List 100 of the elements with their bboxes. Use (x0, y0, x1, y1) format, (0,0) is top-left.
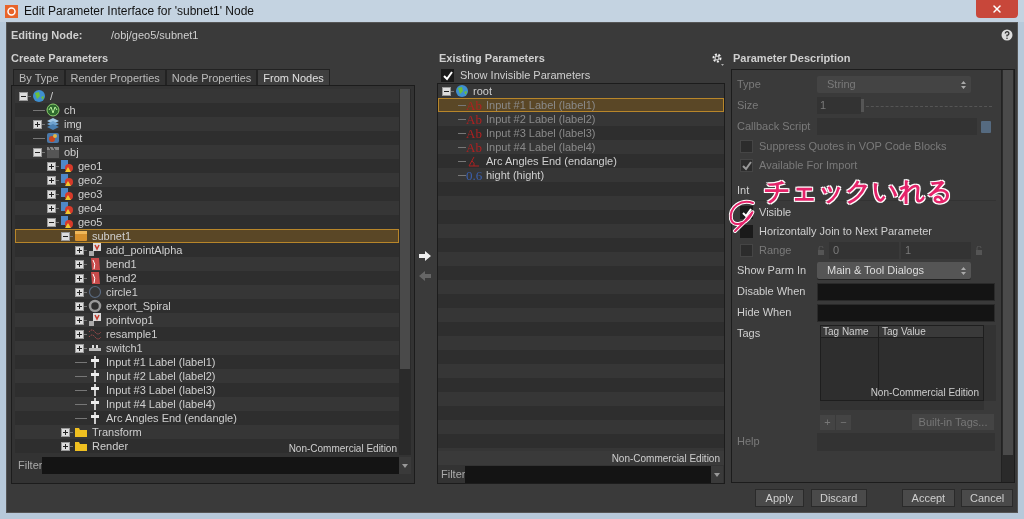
expand-toggle[interactable] (442, 86, 451, 96)
node-graph-icon (88, 313, 102, 327)
panel-title: Existing Parameters (439, 50, 545, 66)
globe-icon (32, 89, 46, 103)
circle-icon (88, 285, 102, 299)
field-label: Callback Script (737, 119, 812, 135)
tree-item[interactable]: resample1 (15, 327, 399, 341)
expand-toggle[interactable] (75, 329, 84, 339)
edition-text: Non-Commercial Edition (611, 451, 720, 466)
bent-bar-icon (88, 271, 102, 285)
bent-bar-icon (88, 257, 102, 271)
input-field[interactable] (817, 282, 995, 301)
tree-item[interactable]: subnet1 (15, 229, 399, 243)
field-label: Tags (737, 326, 762, 341)
tab[interactable]: From Nodes (257, 69, 330, 85)
tree-item[interactable]: export_Spiral (15, 299, 399, 313)
expand-toggle[interactable] (33, 147, 42, 157)
expand-toggle[interactable] (47, 189, 56, 199)
field-label: Help (737, 434, 761, 450)
field-label: Show Parm In (737, 263, 808, 279)
globe-icon (455, 84, 469, 98)
expand-toggle[interactable] (75, 343, 84, 353)
type-glyph: Ab (466, 112, 483, 126)
filter-field[interactable] (42, 456, 411, 474)
tree-item[interactable]: geo1 (15, 159, 399, 173)
slider-handle-icon (88, 411, 102, 425)
type-glyph: 0.6 (466, 168, 484, 182)
editing-node-path: /obj/geo5/subnet1 (111, 27, 199, 43)
expand-toggle[interactable] (75, 245, 84, 255)
expand-toggle[interactable] (61, 231, 70, 241)
tree-item[interactable]: ch (15, 103, 399, 117)
discard-button[interactable]: Discard (810, 489, 867, 507)
expand-toggle[interactable] (61, 427, 70, 437)
tab[interactable]: Node Properties (165, 69, 258, 85)
slider-handle-icon (88, 383, 102, 397)
panel-title: Parameter Description (733, 50, 851, 66)
annotation-text: チェックいれる (764, 177, 953, 205)
field-label: Type (737, 77, 762, 93)
close-icon (991, 3, 1003, 15)
panel-title: Create Parameters (11, 50, 109, 66)
column-header[interactable]: Tag Name (821, 326, 879, 337)
expand-toggle[interactable] (47, 217, 56, 227)
checkbox-label: Suppress Quotes in VOP Code Blocks (759, 139, 947, 155)
tree-item[interactable]: bend2 (15, 271, 399, 285)
tree-item[interactable]: add_pointAlpha (15, 243, 399, 257)
expand-toggle[interactable] (19, 91, 28, 101)
expand-toggle[interactable] (47, 175, 56, 185)
accept-button[interactable]: Accept (901, 489, 956, 507)
checkbox-label: Range (759, 243, 793, 259)
clapperboard-icon (46, 145, 60, 159)
filter-label: Filter (440, 466, 465, 482)
expand-toggle[interactable] (75, 259, 84, 269)
expand-toggle[interactable] (33, 119, 42, 129)
scrollbar[interactable] (399, 89, 411, 455)
box-icon (74, 229, 88, 243)
checkbox-label: Available For Import (759, 158, 858, 174)
layers-icon (46, 117, 60, 131)
scrollbar[interactable] (984, 325, 996, 401)
up-down-arrows-icon (960, 265, 967, 276)
help-icon[interactable] (1001, 29, 1013, 41)
section-label: Int (737, 182, 750, 198)
tree-item[interactable]: geo3 (15, 187, 399, 201)
edition-text: Non-Commercial Edition (288, 442, 397, 456)
checkbox[interactable] (740, 225, 753, 238)
shapes-icon (60, 215, 74, 229)
shapes-icon (60, 201, 74, 215)
expand-toggle[interactable] (47, 161, 56, 171)
editing-node-label: Editing Node: (11, 27, 84, 43)
expand-toggle[interactable] (75, 287, 84, 297)
gear-icon[interactable] (711, 52, 725, 66)
tree-item[interactable]: mat (15, 131, 399, 145)
expand-toggle[interactable] (75, 315, 84, 325)
checkbox-label: Visible (759, 205, 792, 221)
filter-field[interactable] (465, 465, 723, 483)
shapes-icon (60, 159, 74, 173)
tab[interactable]: By Type (13, 69, 65, 85)
cancel-button[interactable]: Cancel (961, 489, 1013, 507)
tab[interactable]: Render Properties (64, 69, 166, 85)
tree-item[interactable]: Input #3 Label (label3) (15, 383, 399, 397)
expand-toggle[interactable] (47, 203, 56, 213)
checkbox-label: Show Invisible Parameters (460, 68, 591, 84)
tree-item[interactable]: geo5 (15, 215, 399, 229)
type-glyph: Ab (466, 126, 483, 140)
scrollbar[interactable] (820, 401, 984, 410)
tree-item[interactable]: root (438, 84, 724, 98)
expand-toggle[interactable] (75, 273, 84, 283)
dropdown[interactable]: Main & Tool Dialogs (817, 262, 971, 279)
apply-button[interactable]: Apply (755, 489, 804, 507)
column-header[interactable]: Tag Value (879, 326, 983, 337)
filter-label: Filter (17, 457, 42, 473)
expand-toggle[interactable] (75, 301, 84, 311)
scrollbar[interactable] (1002, 70, 1014, 482)
input-field[interactable] (817, 303, 995, 322)
shapes-icon (60, 187, 74, 201)
right-arrow-icon[interactable] (419, 251, 431, 261)
field-label: Disable When (737, 284, 807, 300)
expand-toggle[interactable] (61, 441, 70, 451)
tree-item[interactable]: Arc Angles End (endangle) (15, 411, 399, 425)
tree-item[interactable]: Input #1 Label (label1) (15, 355, 399, 369)
close-button[interactable] (976, 0, 1018, 18)
